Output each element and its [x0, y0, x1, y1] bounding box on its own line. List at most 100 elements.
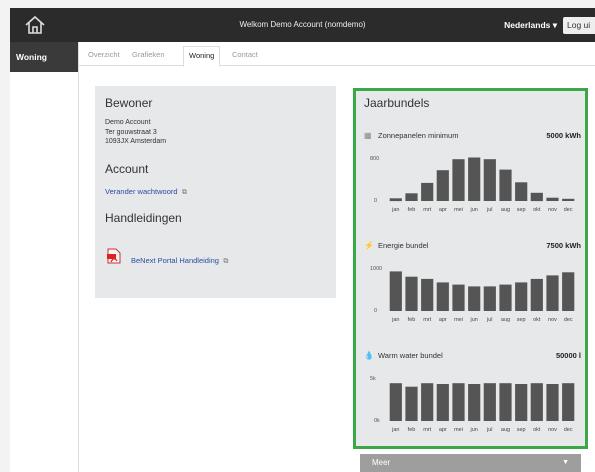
- x-tick-label: mrt: [423, 317, 431, 323]
- chart-bar: [546, 197, 559, 201]
- chart-bar: [546, 384, 559, 421]
- chart-bar: [546, 275, 559, 311]
- chart-bar: [452, 383, 465, 421]
- resident-heading: Bewoner: [105, 96, 153, 110]
- x-tick-label: jul: [486, 207, 493, 213]
- x-tick-label: nov: [548, 427, 557, 433]
- account-heading: Account: [105, 161, 149, 176]
- jaarbundels-panel: Jaarbundels ▦ Zonnepanelen minimum 5000 k…: [353, 88, 588, 449]
- solar-section-label: ▦ Zonnepanelen minimum: [364, 131, 458, 140]
- tab-woning[interactable]: Woning: [183, 46, 221, 67]
- manual-row: BeNext Portal Handleiding ⧉: [131, 250, 228, 268]
- resident-address: Demo Account Ter gouwstraat 3 1093JX Ams…: [105, 118, 326, 147]
- solar-bar-chart: 800 0 jan feb mrt apr mei jun jul aug sep okt nov dec: [370, 156, 575, 213]
- sidebar: Woning: [10, 42, 79, 472]
- x-tick-label: jul: [486, 427, 493, 433]
- chart-bar: [436, 384, 449, 421]
- chart-bar: [499, 284, 512, 311]
- chart-bar: [468, 157, 481, 201]
- tab-grafieken[interactable]: Grafieken: [127, 46, 170, 66]
- water-section-label: 💧 Warm water bundel: [364, 351, 443, 360]
- chart-bar: [421, 182, 434, 201]
- x-tick-label: sep: [517, 317, 526, 323]
- chart-bar: [483, 286, 496, 311]
- chart-bar: [515, 384, 528, 421]
- resident-street: Ter gouwstraat 3: [105, 128, 157, 136]
- chart-bar: [530, 383, 543, 421]
- pdf-icon: [107, 248, 121, 264]
- chart-bar: [483, 383, 496, 421]
- change-password-row: Verander wachtwoord ⧉: [105, 181, 326, 199]
- x-tick-label: sep: [517, 207, 526, 213]
- chart-bar: [405, 386, 418, 421]
- water-drop-icon: 💧: [364, 351, 374, 360]
- chart-bar: [483, 159, 496, 201]
- tab-contact[interactable]: Contact: [227, 46, 263, 66]
- more-button[interactable]: Meer ▼: [360, 454, 581, 472]
- x-tick-label: dec: [564, 427, 573, 433]
- x-tick-label: apr: [439, 317, 447, 323]
- y-tick-label: 0k: [374, 418, 380, 424]
- manuals-heading: Handleidingen: [105, 210, 182, 225]
- chart-bar: [530, 278, 543, 311]
- chart-bar: [389, 271, 402, 311]
- water-amount: 50000 l: [555, 351, 581, 360]
- energy-section-label: ⚡ Energie bundel: [364, 241, 428, 250]
- jaarbundels-body: Jaarbundels ▦ Zonnepanelen minimum 5000 k…: [356, 91, 585, 446]
- y-tick-label: 5k: [370, 376, 376, 382]
- top-bar: Welkom Demo Account (nomdemo) Nederlands…: [10, 8, 595, 42]
- x-tick-label: okt: [533, 427, 541, 433]
- jaarbundels-title: Jaarbundels: [364, 96, 430, 110]
- change-password-link[interactable]: Verander wachtwoord: [105, 187, 178, 196]
- solar-amount: 5000 kWh: [546, 131, 581, 140]
- x-tick-label: okt: [533, 207, 541, 213]
- x-tick-label: jun: [470, 427, 478, 433]
- x-tick-label: okt: [533, 317, 541, 323]
- x-tick-label: aug: [501, 207, 510, 213]
- chart-bar: [515, 282, 528, 311]
- chart-bar: [389, 383, 402, 421]
- logout-button[interactable]: Log ui: [563, 17, 595, 34]
- energy-section-title: Energie bundel: [378, 241, 429, 250]
- chart-bar: [452, 159, 465, 201]
- chart-bar: [562, 383, 575, 421]
- x-tick-label: aug: [501, 427, 510, 433]
- x-tick-label: dec: [564, 317, 573, 323]
- chart-bar: [468, 286, 481, 311]
- resident-name: Demo Account: [105, 119, 151, 126]
- solar-section-title: Zonnepanelen minimum: [378, 131, 459, 140]
- chart-bar: [421, 383, 434, 421]
- water-section-title: Warm water bundel: [378, 351, 443, 360]
- external-link-icon: ⧉: [182, 188, 187, 196]
- x-tick-label: jun: [470, 317, 478, 323]
- x-tick-label: mrt: [423, 427, 431, 433]
- x-tick-label: jan: [391, 427, 399, 433]
- chart-bar: [452, 284, 465, 311]
- chart-bar: [421, 278, 434, 311]
- x-tick-label: jul: [486, 317, 493, 323]
- chart-bar: [405, 276, 418, 311]
- x-tick-label: mrt: [423, 207, 431, 213]
- y-tick-label: 1000: [370, 266, 382, 272]
- x-tick-label: jan: [391, 317, 399, 323]
- resident-city: 1093JX Amsterdam: [105, 138, 167, 145]
- chart-bar: [468, 384, 481, 421]
- x-tick-label: feb: [408, 207, 416, 213]
- manual-link[interactable]: BeNext Portal Handleiding: [131, 256, 219, 265]
- chart-bar: [562, 198, 575, 201]
- x-tick-label: sep: [517, 427, 526, 433]
- chart-bar: [515, 182, 528, 201]
- x-tick-label: mei: [454, 427, 463, 433]
- sidebar-item-woning[interactable]: Woning: [10, 42, 78, 72]
- energy-bar-chart: 1000 0 jan feb mrt apr mei jun jul aug sep okt nov de…: [370, 266, 575, 323]
- language-select[interactable]: Nederlands ▾: [504, 8, 557, 42]
- solar-panel-icon: ▦: [364, 131, 372, 140]
- x-tick-label: nov: [548, 207, 557, 213]
- x-tick-label: aug: [501, 317, 510, 323]
- x-tick-label: mei: [454, 317, 463, 323]
- y-tick-label: 800: [370, 156, 379, 162]
- chevron-down-icon: ▼: [562, 459, 569, 466]
- tab-overzicht[interactable]: Overzicht: [83, 46, 125, 66]
- x-tick-label: dec: [564, 207, 573, 213]
- x-tick-label: apr: [439, 207, 447, 213]
